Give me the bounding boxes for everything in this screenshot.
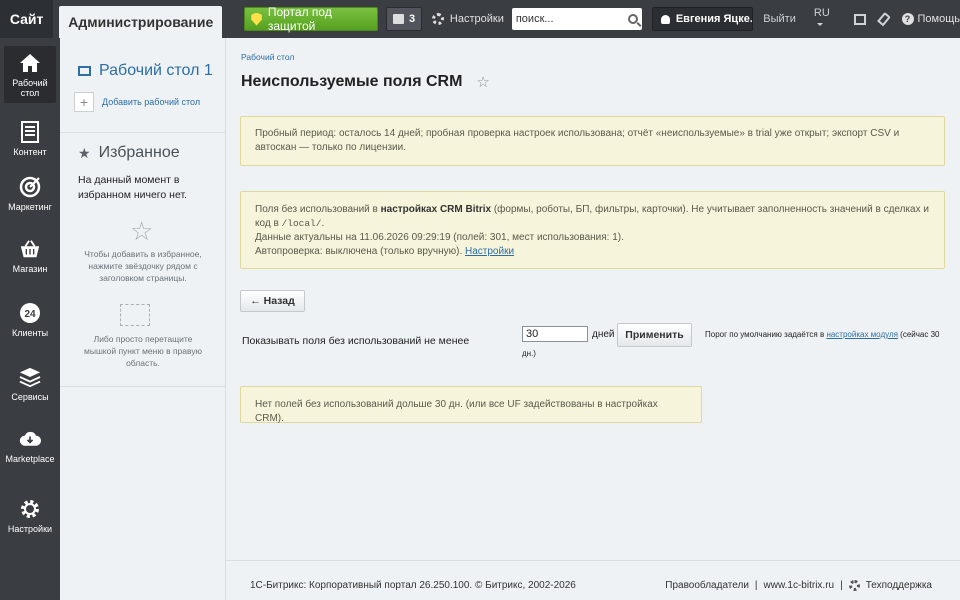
notifications-count: 3 [408, 13, 416, 25]
pin-icon[interactable] [876, 11, 891, 27]
top-bar: Сайт Администрирование Портал под защито… [0, 0, 960, 38]
gear-icon [19, 498, 41, 520]
nav-item-shop[interactable]: Магазин [0, 238, 60, 274]
footer-divider [226, 560, 960, 561]
settings-label: Настройки [449, 13, 504, 25]
divider [60, 132, 226, 133]
document-icon [19, 121, 41, 143]
main-nav: Рабочий стол Контент Маркетинг Магазин 2… [0, 38, 60, 600]
shield-icon [251, 12, 262, 26]
nav-item-label: Сервисы [11, 392, 49, 402]
info-line-3: Данные актуальны на 11.06.2026 09:29:19 … [255, 232, 624, 243]
nav-item-label: Маркетинг [8, 202, 52, 212]
favorites-hint-drag: Либо просто перетащите мышкой пункт меню… [84, 334, 202, 368]
add-desktop-link[interactable]: + Добавить рабочий стол [74, 92, 200, 112]
nav-item-marketplace[interactable]: Marketplace [0, 428, 60, 464]
nav-item-label: Контент [13, 147, 47, 157]
result-notice: Нет полей без использований дольше 30 дн… [240, 386, 702, 424]
clients-badge: 24 [24, 309, 36, 320]
page-title-text: Неиспользуемые поля CRM [241, 73, 463, 90]
nav-item-clients[interactable]: 24 Клиенты [0, 302, 60, 338]
cloud-download-icon [19, 428, 41, 450]
user-icon [660, 14, 670, 24]
star-outline-icon: ☆ [130, 216, 154, 246]
nav-item-label: Магазин [12, 264, 48, 274]
days-input[interactable] [522, 326, 588, 342]
favorites-empty-text: На данный момент в избранном ничего нет. [78, 174, 188, 201]
chevron-down-icon [816, 23, 823, 29]
clients-24-icon: 24 [19, 302, 41, 324]
settings-link[interactable]: Настройки [465, 246, 514, 257]
rights-link[interactable]: Правообладатели [665, 580, 749, 591]
nav-item-services[interactable]: Сервисы [0, 366, 60, 402]
home-icon [19, 52, 41, 74]
gear-icon [431, 13, 444, 25]
nav-item-marketing[interactable]: Маркетинг [0, 176, 60, 212]
desktop-title-label: Рабочий стол 1 [99, 62, 213, 79]
desktop-panel: Рабочий стол 1 + Добавить рабочий стол ★… [60, 38, 226, 600]
nav-item-label: Рабочий стол [12, 78, 48, 98]
star-icon: ★ [78, 144, 91, 161]
help-label: Помощь [917, 13, 960, 25]
tab-admin[interactable]: Администрирование [59, 6, 223, 38]
settings-link[interactable]: Настройки [431, 13, 504, 25]
favorites-hint-star: Чтобы добавить в избранное, нажмите звёз… [84, 249, 202, 283]
nav-item-content[interactable]: Контент [0, 121, 60, 157]
help-icon: ? [901, 13, 914, 25]
help-link[interactable]: ? Помощь [901, 13, 960, 25]
info-line-1: Поля без использований в настройках CRM … [255, 204, 929, 215]
days-unit: дней [592, 329, 615, 340]
favorites-title-label: Избранное [98, 144, 180, 161]
favorites-title: ★ Избранное [78, 144, 180, 162]
logout-link[interactable]: Выйти [763, 13, 796, 25]
portal-protection-button[interactable]: Портал под защитой [244, 5, 379, 33]
breadcrumb[interactable]: Рабочий стол [241, 52, 294, 62]
add-desktop-label: Добавить рабочий стол [102, 97, 201, 107]
monitor-icon [78, 66, 91, 76]
user-name: Евгения Яцке... [675, 13, 754, 25]
search-icon[interactable] [627, 14, 638, 24]
nav-item-label: Клиенты [11, 328, 49, 338]
layers-icon [19, 366, 41, 388]
module-settings-link[interactable]: настройках модуля [826, 330, 898, 339]
info-line-2: код в /local/. [255, 218, 325, 229]
footer-links: Правообладатели | www.1c-bitrix.ru | Тех… [665, 580, 932, 591]
footer-copyright: 1С-Битрикс: Корпоративный портал 26.250.… [250, 580, 576, 591]
filter-hint-continued: дн.) [522, 349, 536, 358]
nav-item-desktop[interactable]: Рабочий стол [4, 46, 56, 103]
search-box [511, 8, 642, 30]
target-icon [19, 176, 41, 198]
basket-icon [19, 238, 41, 260]
notification-icon [392, 14, 404, 24]
search-input[interactable] [515, 13, 628, 25]
drag-drop-icon [120, 304, 150, 326]
info-notice: Поля без использований в настройках CRM … [240, 191, 945, 269]
back-button[interactable]: ← Назад [240, 290, 305, 312]
info-line-4: Автопроверка: выключена (только вручную)… [255, 246, 515, 257]
apply-button[interactable]: Применить [617, 323, 692, 347]
portal-protection-label: Портал под защитой [267, 5, 332, 33]
divider [60, 386, 226, 387]
gear-icon [848, 580, 860, 591]
tab-site[interactable]: Сайт [0, 0, 54, 38]
nav-item-settings[interactable]: Настройки [0, 498, 60, 534]
user-menu-button[interactable]: Евгения Яцке... [651, 7, 754, 31]
support-link[interactable]: Техподдержка [866, 580, 932, 591]
nav-item-label: Настройки [7, 524, 53, 534]
plus-icon: + [74, 92, 94, 112]
language-switcher[interactable]: RU [814, 7, 836, 31]
page-title: Неиспользуемые поля CRM ☆ [241, 73, 490, 91]
favorite-star-icon[interactable]: ☆ [476, 73, 489, 91]
main-content: Рабочий стол Неиспользуемые поля CRM ☆ П… [226, 38, 960, 600]
notifications-button[interactable]: 3 [386, 7, 422, 31]
nav-item-label: Marketplace [5, 454, 55, 464]
window-icon[interactable] [853, 13, 866, 25]
filter-label: Показывать поля без использований не мен… [242, 335, 470, 347]
filter-hint: Порог по умолчанию задаётся в настройках… [705, 330, 940, 339]
trial-notice: Пробный период: осталось 14 дней; пробна… [240, 116, 945, 166]
desktop-title[interactable]: Рабочий стол 1 [78, 62, 213, 80]
site-link[interactable]: www.1c-bitrix.ru [764, 580, 835, 591]
language-label: RU [813, 7, 830, 19]
